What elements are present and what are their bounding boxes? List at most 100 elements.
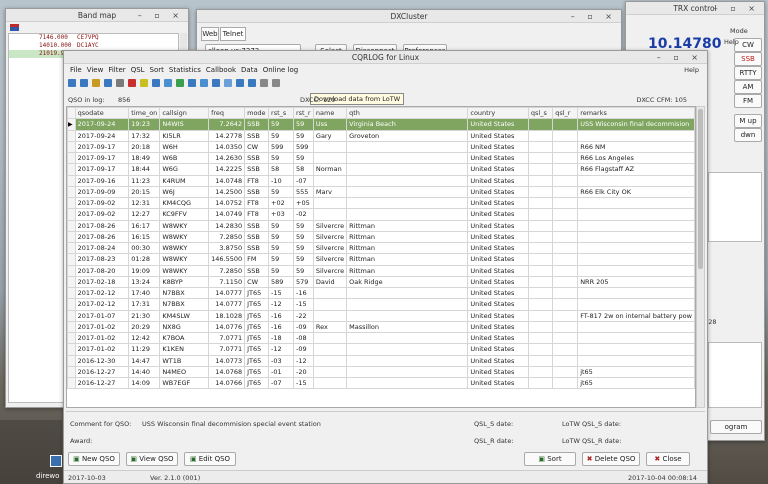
table-row[interactable]: 2017-01-02 20:29 NX8G 14.0776 JT65 -16 -09 Rex M… (67, 320, 695, 334)
menu-online-log[interactable]: Online log (263, 66, 298, 74)
band-map-titlebar[interactable]: Band map – ▫ × (6, 9, 188, 22)
mem-down-button[interactable]: dwn (734, 128, 762, 142)
desktop-app-icon[interactable] (50, 455, 62, 467)
toolbar-icon[interactable] (152, 79, 160, 87)
column-header-qth[interactable]: qth (346, 107, 469, 120)
delete-qso-button[interactable]: ✖ Delete QSO (582, 452, 640, 466)
menu-sort[interactable]: Sort (150, 66, 164, 74)
table-row[interactable]: 2017-01-07 21:30 KM4SLW 18.1028 JT65 -16 -22 Un… (67, 309, 695, 322)
cell-qsl-s (527, 185, 554, 199)
toolbar-icon[interactable] (104, 79, 112, 87)
close-button[interactable]: ✖ Close (646, 452, 690, 466)
dxcluster-titlebar[interactable]: DXCluster – ▫ × (197, 10, 621, 23)
toolbar-icon[interactable] (116, 79, 124, 87)
column-header-callsign[interactable]: callsign (159, 107, 210, 120)
table-row[interactable]: 2017-01-02 11:29 K1KEN 7.0771 JT65 -12 -09 Unit… (67, 343, 695, 356)
column-header-remarks[interactable]: remarks (577, 107, 695, 120)
qso-grid[interactable]: qsodate time_on callsign freq mode rst_s rst_r… (66, 106, 696, 408)
toolbar-icon[interactable] (128, 79, 136, 87)
window-controls[interactable]: – ▫ × (657, 51, 703, 64)
toolbar-icon[interactable] (212, 79, 220, 87)
column-header-country[interactable]: country (467, 107, 529, 120)
toolbar-icon[interactable] (188, 79, 196, 87)
column-header-mode[interactable]: mode (244, 107, 270, 120)
window-controls[interactable]: – ▫ × (138, 9, 184, 22)
toolbar-icon[interactable] (92, 79, 100, 87)
table-row[interactable]: 2016-12-27 14:40 N4MEO 14.0768 JT65 -01 -20 Uni… (67, 365, 695, 379)
trx-help[interactable]: Help (724, 38, 739, 46)
menu-file[interactable]: File (70, 66, 82, 74)
toolbar-icon[interactable] (140, 79, 148, 87)
view-qso-button[interactable]: ▣ View QSO (126, 452, 178, 466)
toolbar-icon[interactable] (260, 79, 268, 87)
column-header-freq[interactable]: freq (208, 107, 246, 120)
desktop-icon-label[interactable]: direwo (36, 472, 59, 480)
table-row[interactable]: 2017-09-17 20:18 W6H 14.0350 CW 599 599 United … (67, 140, 695, 154)
tab-telnet[interactable]: Telnet (220, 27, 246, 41)
trx-titlebar[interactable]: TRX control – ▫ × (626, 2, 764, 15)
edit-qso-button[interactable]: ▣ Edit QSO (184, 452, 236, 466)
toolbar-icon[interactable] (236, 79, 244, 87)
scrollbar-thumb[interactable] (698, 109, 703, 269)
table-row[interactable]: 2017-09-02 12:27 KC9FFV 14.0749 FT8 +03 -02 Uni… (67, 208, 695, 221)
toolbar-icon[interactable] (224, 79, 232, 87)
table-row[interactable]: 2017-09-17 18:49 W6B 14.2630 SSB 59 59 United S… (67, 151, 695, 165)
table-row[interactable]: 2017-02-12 17:40 N7BBX 14.0777 JT65 -15 -16 Uni… (67, 286, 695, 300)
new-qso-button[interactable]: ▣ New QSO (68, 452, 120, 466)
toolbar-icon[interactable] (80, 79, 88, 87)
window-controls[interactable]: – ▫ × (571, 10, 617, 23)
table-row[interactable]: 2016-12-30 14:47 WT1B 14.0773 JT65 -03 -12 Unit… (67, 354, 695, 367)
table-row[interactable]: 2017-09-16 11:23 K4RUM 14.0748 FT8 -10 -07 Unit… (67, 174, 695, 187)
column-header-time-on[interactable]: time_on (128, 107, 161, 120)
table-row[interactable]: 2016-12-27 14:09 WB7EGF 14.0766 JT65 -07 -15 Un… (67, 376, 695, 390)
table-row[interactable]: 2017-09-02 12:31 KM4CQG 14.0752 FT8 +02 +05 Uni… (67, 196, 695, 210)
toolbar-icon[interactable] (176, 79, 184, 87)
column-header-rst-s[interactable]: rst_s (268, 107, 294, 120)
column-header-name[interactable]: name (312, 107, 348, 120)
tab-web[interactable]: Web (201, 27, 219, 41)
grid-scrollbar[interactable] (696, 106, 705, 408)
toolbar-icon[interactable] (272, 79, 280, 87)
table-row[interactable]: 2017-08-23 01:28 W8WKY 146.5500 FM 59 59 Silver… (67, 253, 695, 266)
toolbar-icon[interactable] (200, 79, 208, 87)
column-header-rst-r[interactable]: rst_r (293, 107, 314, 120)
table-row[interactable]: 2017-02-18 13:24 K8BYP 7.1150 CW 589 579 David O… (67, 275, 695, 289)
table-row[interactable]: 2017-08-26 16:17 W8WKY 14.2830 SSB 59 59 Silver… (67, 219, 695, 232)
mode-button-ssb[interactable]: SSB (734, 52, 762, 66)
menu-filter[interactable]: Filter (108, 66, 125, 74)
menu-help[interactable]: Help (684, 65, 699, 75)
table-row[interactable]: 2017-08-24 00:30 W8WKY 3.8750 SSB 59 59 Silverc… (67, 241, 695, 255)
program-button[interactable]: ogram (710, 420, 762, 434)
table-row[interactable]: 2017-09-17 18:44 W6G 14.2225 SSB 58 58 Norman Un… (67, 163, 695, 176)
menu-view[interactable]: View (87, 66, 104, 74)
column-header-qsodate[interactable]: qsodate (74, 107, 130, 120)
column-header-qsl-s[interactable]: qsl_s (527, 107, 554, 120)
table-row[interactable]: 2017-02-12 17:31 N7BBX 14.0777 JT65 -12 -15 Uni… (67, 298, 695, 311)
toolbar-icon[interactable] (248, 79, 256, 87)
main-titlebar[interactable]: CQRLOG for Linux – ▫ × (64, 51, 707, 64)
menu-qsl[interactable]: QSL (131, 66, 145, 74)
mode-button-am[interactable]: AM (734, 80, 762, 94)
sort-button[interactable]: ▣ Sort (524, 452, 576, 466)
column-header-qsl-r[interactable]: qsl_r (552, 107, 579, 120)
menu-callbook[interactable]: Callbook (206, 66, 236, 74)
band-map-spot[interactable]: 14010.000 DC1AYC (9, 42, 178, 50)
band-map-spot[interactable]: 7146.000 CE7VPQ (9, 34, 178, 42)
table-row[interactable]: 2017-09-24 17:32 KI5LR 14.2778 SSB 59 59 Gary Gr… (67, 129, 695, 142)
table-row[interactable]: 2017-08-26 16:15 W8WKY 7.2850 SSB 59 59 Silverc… (67, 230, 695, 244)
menu-statistics[interactable]: Statistics (169, 66, 201, 74)
table-row[interactable]: 2017-09-09 20:15 W6J 14.2500 SSB 59 555 Marv Uni… (67, 185, 695, 199)
mode-button-fm[interactable]: FM (734, 94, 762, 108)
window-controls[interactable]: – ▫ × (714, 2, 760, 15)
menu-data[interactable]: Data (241, 66, 258, 74)
cell-qsodate: 2017-09-17 (74, 151, 130, 165)
mode-button-rtty[interactable]: RTTY (734, 66, 762, 80)
toolbar-icon[interactable] (68, 79, 76, 87)
band-map-flag-icon[interactable] (10, 24, 19, 31)
table-row[interactable]: 2017-01-02 12:42 K7BOA 7.0771 JT65 -18 -08 Unit… (67, 331, 695, 345)
toolbar-icon[interactable] (164, 79, 172, 87)
qso-table[interactable]: qsodate time_on callsign freq mode rst_s rst_r… (67, 107, 695, 390)
table-row[interactable]: ▶ 2017-09-24 19:23 N4WIS 7.2642 SSB 59 59 Uss Vir… (67, 118, 695, 131)
table-row[interactable]: 2017-08-20 19:09 W8WKY 7.2850 SSB 59 59 Silverc… (67, 264, 695, 277)
mem-up-button[interactable]: M up (734, 114, 762, 128)
